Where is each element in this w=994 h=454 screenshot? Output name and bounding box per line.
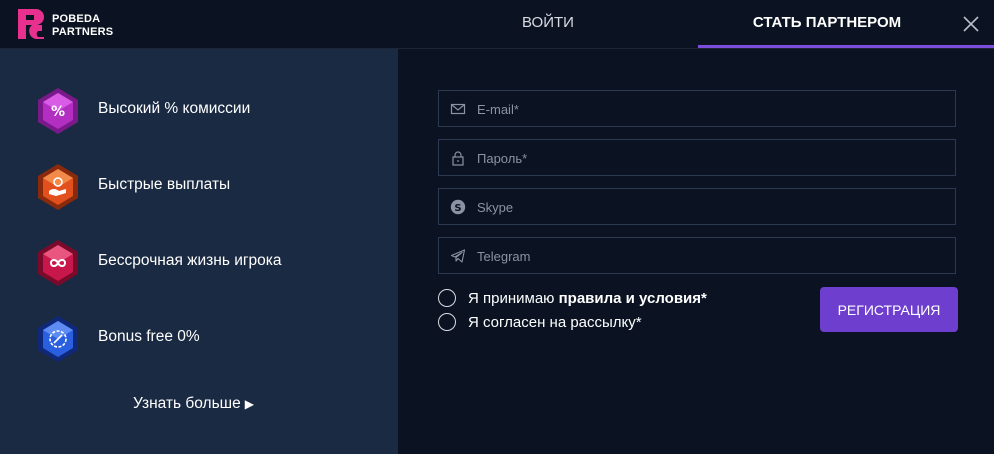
skype-input[interactable] (475, 189, 949, 226)
badge-gem-icon (38, 316, 78, 362)
skype-icon: S (450, 199, 466, 215)
newsletter-checkbox[interactable] (438, 313, 456, 331)
logo-icon (18, 9, 44, 39)
newsletter-label: Я согласен на рассылку* (468, 314, 642, 331)
learn-more-link[interactable]: Узнать больше ▶ (133, 395, 254, 413)
payout-gem-icon (38, 164, 78, 210)
terms-label: Я принимаю правила и условия* (468, 290, 707, 307)
close-icon[interactable] (960, 13, 982, 35)
infinity-gem-icon (38, 240, 78, 286)
registration-form: S Я принимаю правила и условия* Я соглас… (398, 49, 994, 454)
password-field (438, 139, 956, 177)
learn-more-label: Узнать больше (133, 395, 241, 412)
register-button[interactable]: РЕГИСТРАЦИЯ (820, 287, 958, 332)
feature-item: Быстрые выплаты (36, 163, 376, 211)
lock-icon (452, 151, 464, 166)
terms-link[interactable]: правила и условия (559, 290, 701, 307)
feature-item: Бессрочная жизнь игрока (36, 239, 376, 287)
terms-label-prefix: Я принимаю (468, 290, 559, 307)
terms-checkbox[interactable] (438, 289, 456, 307)
header: POBEDA PARTNERS ВОЙТИ СТАТЬ ПАРТНЕРОМ (0, 0, 994, 49)
telegram-icon (450, 249, 466, 263)
tab-login[interactable]: ВОЙТИ (400, 0, 696, 48)
envelope-icon (450, 103, 466, 115)
terms-required-mark: * (701, 290, 707, 307)
logo[interactable]: POBEDA PARTNERS (18, 7, 128, 41)
svg-text:S: S (454, 203, 461, 214)
benefits-panel: % Высокий % комиссии Быстрые выплаты Бес… (0, 49, 398, 454)
logo-line-2: PARTNERS (52, 26, 114, 38)
active-tab-indicator (698, 45, 994, 48)
feature-label: Быстрые выплаты (98, 176, 231, 193)
play-arrow-icon: ▶ (244, 397, 254, 411)
email-field (438, 90, 956, 128)
feature-label: Высокий % комиссии (98, 100, 251, 117)
tab-become-partner[interactable]: СТАТЬ ПАРТНЕРОМ (698, 0, 956, 48)
logo-line-1: POBEDA (52, 13, 101, 25)
feature-label: Бессрочная жизнь игрока (98, 252, 282, 269)
feature-item: % Высокий % комиссии (36, 87, 376, 135)
logo-text: POBEDA PARTNERS (52, 13, 113, 39)
svg-text:%: % (51, 104, 65, 120)
password-input[interactable] (475, 140, 949, 177)
telegram-input[interactable] (475, 238, 949, 275)
telegram-field (438, 237, 956, 275)
skype-field: S (438, 188, 956, 226)
feature-label: Bonus free 0% (98, 328, 200, 345)
feature-item: Bonus free 0% (36, 315, 376, 363)
email-input[interactable] (475, 91, 949, 128)
terms-checkbox-row: Я принимаю правила и условия* (438, 289, 798, 309)
percent-gem-icon: % (38, 88, 78, 134)
newsletter-checkbox-row: Я согласен на рассылку* (438, 313, 798, 333)
